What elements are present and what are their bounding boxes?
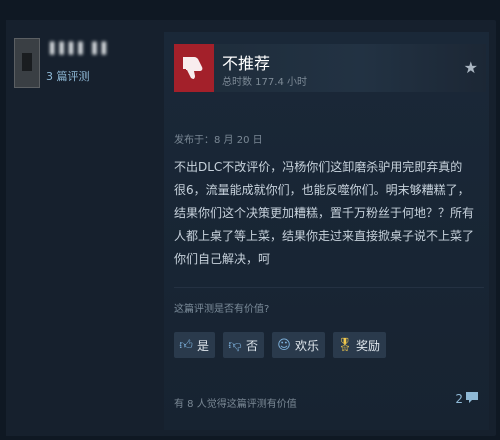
helpful-question: 这篇评测是否有价值? bbox=[174, 304, 270, 315]
review-text: 不出DLC不改评价，冯杨你们这卸磨杀驴用完即弃真的很6，流量能成就你们，也能反噬… bbox=[174, 160, 475, 266]
vote-no-button[interactable]: 👎︎ 否 bbox=[223, 332, 265, 358]
award-button[interactable]: 🎖︎ 奖励 bbox=[333, 332, 387, 358]
rating-buttons: 👍︎ 是 👎︎ 否 ☺ 欢乐 🎖︎ 奖励 bbox=[174, 332, 387, 358]
review-panel: ▌▌▌▌ ▌▌ 3 篇评测 不推荐 总时数 177.4 小时 ★ 发布于：8 月… bbox=[6, 20, 496, 436]
divider bbox=[174, 287, 484, 288]
author-name[interactable]: ▌▌▌▌ ▌▌ bbox=[50, 42, 111, 55]
vote-no-label: 否 bbox=[246, 338, 259, 353]
author-column: ▌▌▌▌ ▌▌ 3 篇评测 bbox=[6, 20, 164, 436]
comment-count: 2 bbox=[455, 391, 463, 406]
recommendation-title: 不推荐 bbox=[222, 54, 271, 73]
thumbs-down-small-icon: 👎︎ bbox=[228, 337, 242, 353]
comment-bubble-icon bbox=[465, 390, 479, 407]
helpful-count: 有 8 人觉得这篇评测有价值 bbox=[174, 399, 297, 410]
comments-link[interactable]: 2 bbox=[455, 390, 479, 407]
star-icon[interactable]: ★ bbox=[464, 58, 478, 77]
avatar-image bbox=[22, 53, 32, 71]
playtime-hours: 总时数 177.4 小时 bbox=[222, 77, 307, 88]
posted-date: 发布于：8 月 20 日 bbox=[174, 135, 263, 146]
avatar[interactable] bbox=[14, 38, 40, 88]
review-count-link[interactable]: 3 篇评测 bbox=[46, 68, 90, 84]
thumbs-down-icon bbox=[174, 44, 214, 92]
vote-funny-label: 欢乐 bbox=[295, 338, 320, 353]
vote-header: 不推荐 总时数 177.4 小时 ★ bbox=[174, 44, 486, 92]
vote-yes-label: 是 bbox=[197, 338, 210, 353]
vote-funny-button[interactable]: ☺ 欢乐 bbox=[272, 332, 326, 358]
review-card: 不推荐 总时数 177.4 小时 ★ 发布于：8 月 20 日 不出DLC不改评… bbox=[164, 32, 489, 430]
smiley-icon: ☺ bbox=[277, 337, 291, 353]
thumbs-up-icon: 👍︎ bbox=[179, 337, 193, 353]
award-ribbon-icon: 🎖︎ bbox=[336, 337, 354, 353]
award-label: 奖励 bbox=[356, 338, 381, 353]
vote-yes-button[interactable]: 👍︎ 是 bbox=[174, 332, 216, 358]
